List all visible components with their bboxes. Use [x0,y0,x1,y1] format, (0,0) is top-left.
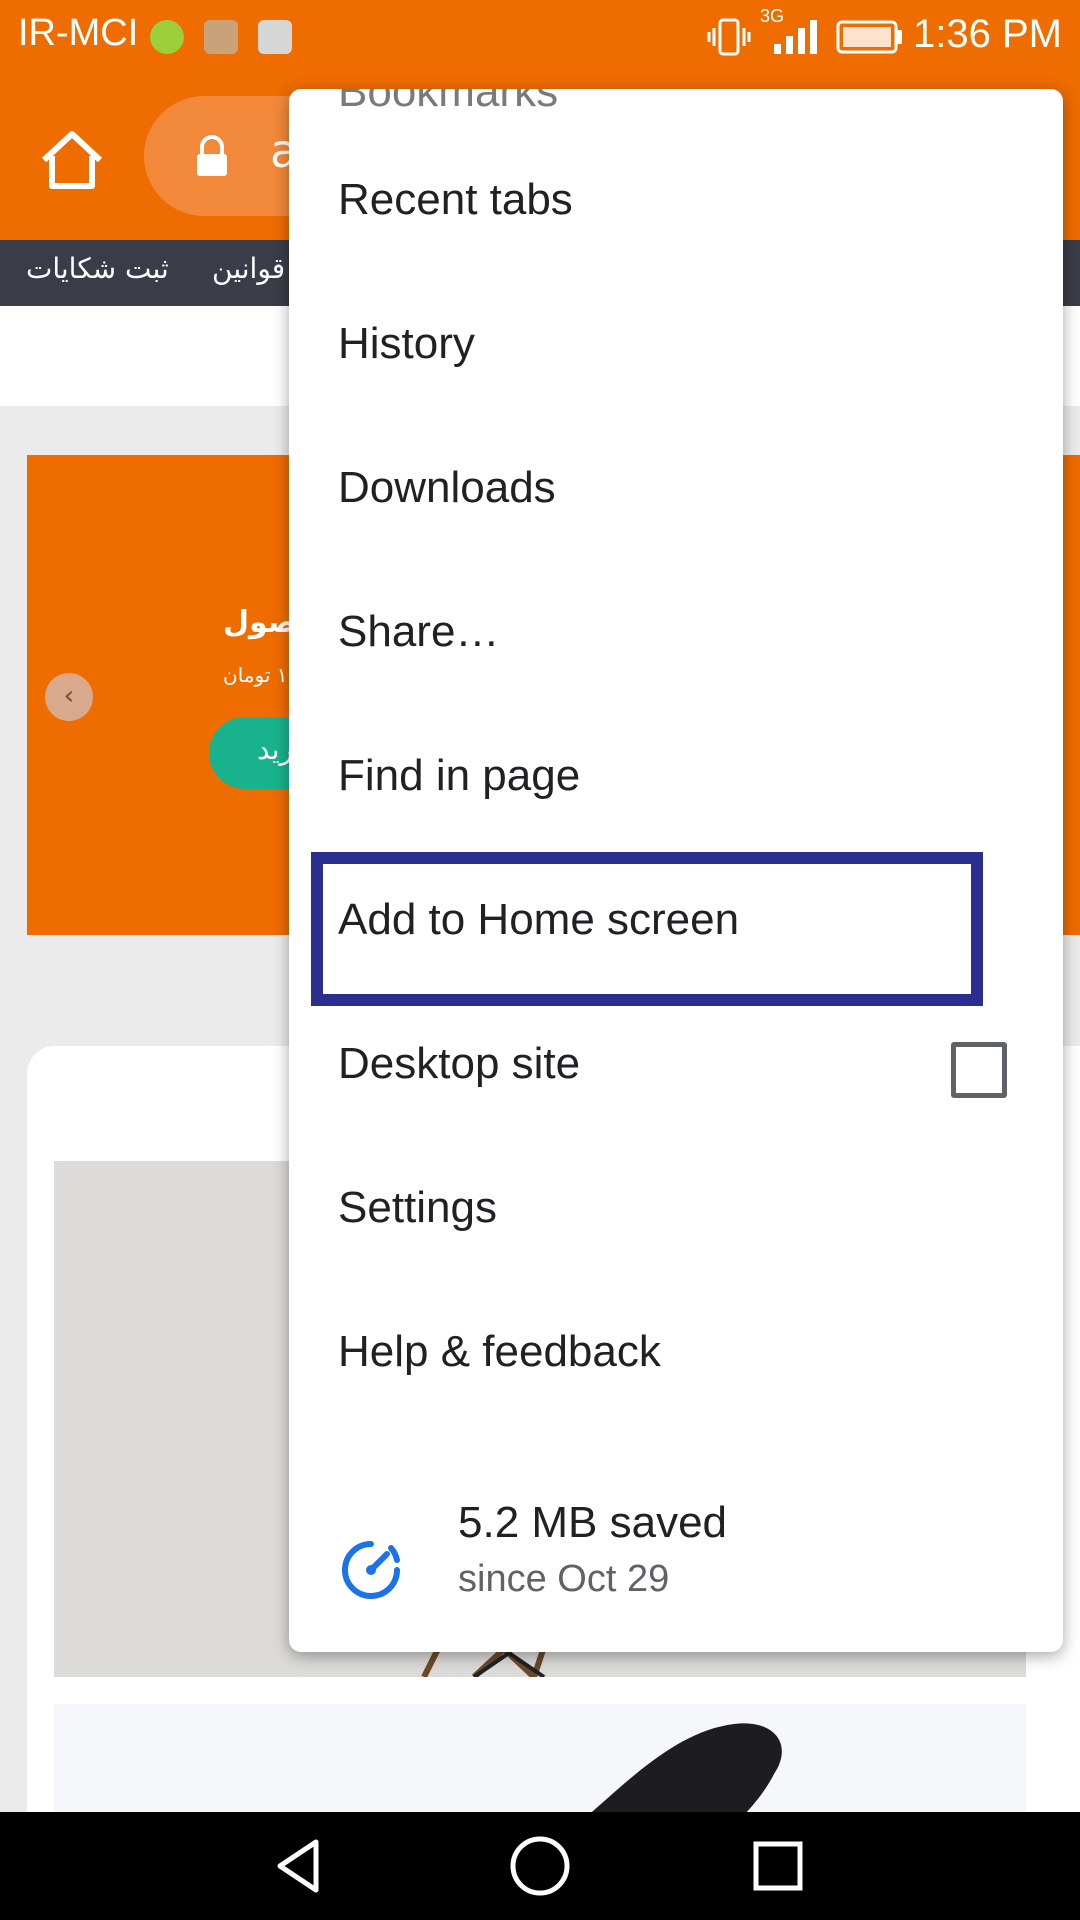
menu-item-label: Settings [338,1183,497,1232]
data-savings-item[interactable]: 5.2 MB saved since Oct 29 [289,1486,1063,1652]
menu-item-label: Add to Home screen [338,895,740,944]
savings-amount: 5.2 MB saved [458,1498,728,1547]
menu-item-share[interactable]: Share… [289,563,1063,707]
vibrate-icon [707,18,751,56]
nav-link-rules[interactable]: قوانین [212,252,285,285]
menu-item-downloads[interactable]: Downloads [289,419,1063,563]
menu-item-label: Desktop site [338,1039,581,1088]
menu-item-label: Downloads [338,463,556,512]
carrier-name: IR-MCI [18,12,139,54]
desktop-site-checkbox[interactable] [951,1042,1007,1098]
weather-icon [150,20,184,54]
menu-item-recent-tabs[interactable]: Recent tabs [289,131,1063,275]
clock: 1:36 PM [913,12,1062,56]
menu-item-label: Find in page [338,751,581,800]
menu-item-label: Help & feedback [338,1327,661,1376]
menu-item-label: History [338,319,475,368]
battery-icon [836,20,902,54]
menu-item-settings[interactable]: Settings [289,1139,1063,1283]
recents-icon[interactable] [746,1834,810,1898]
signal-icon [774,20,817,54]
menu-item-history[interactable]: History [289,275,1063,419]
menu-item-label: Share… [338,607,500,656]
back-icon[interactable] [266,1834,330,1898]
menu-item-desktop-site[interactable]: Desktop site [289,995,1063,1139]
app-notification-icon [204,20,238,54]
menu-item-help-feedback[interactable]: Help & feedback [289,1283,1063,1427]
savings-since: since Oct 29 [458,1558,670,1600]
menu-item-label: Recent tabs [338,175,573,224]
browser-overflow-menu: Bookmarks Recent tabs History Downloads … [289,89,1063,1652]
menu-item-add-to-home-screen[interactable]: Add to Home screen [289,851,1063,1006]
menu-item-label: Bookmarks [338,89,559,116]
chevron-left-icon[interactable]: ‹ [45,673,93,721]
menu-item-find-in-page[interactable]: Find in page [289,707,1063,851]
android-navigation-bar [0,1812,1080,1920]
status-bar: IR-MCI 3G 1:36 PM [0,0,1080,72]
home-circle-icon[interactable] [508,1834,572,1898]
data-saver-icon [342,1541,400,1599]
image-icon [258,20,292,54]
home-icon[interactable] [36,124,108,196]
buy-button-label: رید [257,733,294,766]
nav-link-complaints[interactable]: ثبت شکایات [26,252,169,285]
lock-icon [197,135,227,176]
